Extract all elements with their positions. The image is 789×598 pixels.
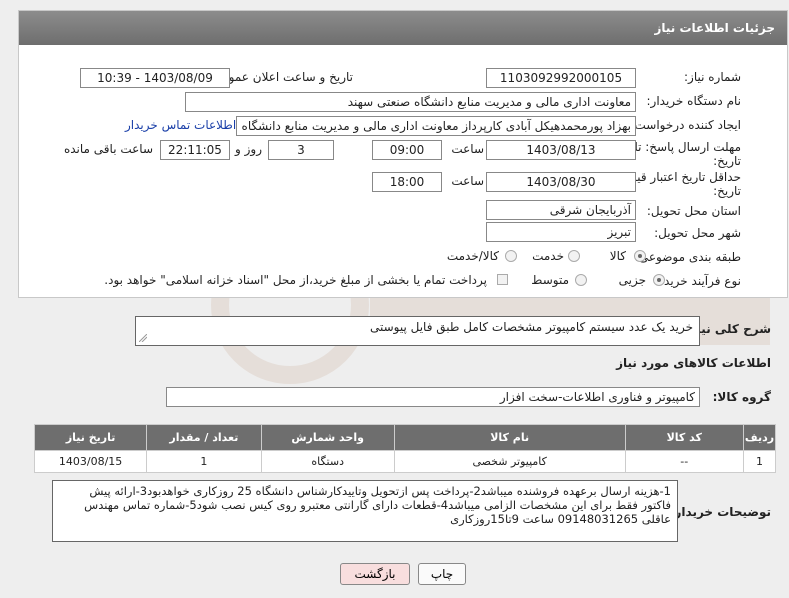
- category-option-service: خدمت: [532, 249, 564, 263]
- remaining-label: ساعت باقی مانده: [63, 142, 153, 156]
- city-field: تبریز: [486, 222, 636, 242]
- cell-row: 1: [743, 450, 776, 473]
- remaining-time-field: 22:11:05: [160, 140, 230, 160]
- summary-text: خرید یک عدد سیستم کامپیوتر مشخصات کامل ط…: [369, 320, 693, 334]
- price-valid-date-field: 1403/08/30: [486, 172, 636, 192]
- back-button[interactable]: بازگشت: [340, 563, 410, 585]
- need-number-field: 1103092992000105: [486, 68, 636, 88]
- process-option-medium: متوسط: [531, 273, 569, 287]
- category-radio-goods[interactable]: [634, 250, 646, 262]
- province-label: استان محل تحویل:: [646, 204, 741, 218]
- col-qty: تعداد / مقدار: [146, 424, 262, 451]
- cell-name: کامپیوتر شخصی: [393, 450, 626, 473]
- treasury-payment-note: پرداخت تمام یا بخشی از مبلغ خرید،از محل …: [104, 273, 487, 287]
- category-option-goods-service: کالا/خدمت: [446, 249, 499, 263]
- price-valid-time-field: 18:00: [372, 172, 442, 192]
- buyer-notes-field: 1-هزینه ارسال برعهده فروشنده میباشد2-پرد…: [52, 480, 678, 542]
- need-number-label: شماره نیاز:: [684, 70, 741, 84]
- cell-qty: 1: [146, 450, 262, 473]
- category-radio-goods-service[interactable]: [505, 250, 517, 262]
- days-remaining-field: 3: [268, 140, 334, 160]
- category-radio-service[interactable]: [568, 250, 580, 262]
- goods-section-title: اطلاعات کالاهای مورد نیاز: [616, 356, 771, 370]
- col-code: کد کالا: [624, 424, 745, 451]
- deadline-time-label: ساعت: [451, 142, 484, 156]
- buyer-contact-link[interactable]: اطلاعات تماس خریدار: [125, 118, 236, 132]
- buyer-org-field: معاونت اداری مالی و مدیریت منابع دانشگاه…: [185, 92, 636, 112]
- process-label: نوع فرآیند خرید :: [656, 274, 741, 288]
- category-label: طبقه بندی موضوعی:: [634, 250, 741, 264]
- deadline-time-field: 09:00: [372, 140, 442, 160]
- buyer-notes-line-2: فاکتور فقط برای این مشخصات الزامی میباشد…: [84, 498, 671, 512]
- table-header-row: ردیف کد کالا نام کالا واحد شمارش تعداد /…: [33, 424, 776, 451]
- summary-field: خرید یک عدد سیستم کامپیوتر مشخصات کامل ط…: [135, 316, 700, 346]
- deadline-date-field: 1403/08/13: [486, 140, 636, 160]
- requester-label: ایجاد کننده درخواست:: [630, 118, 741, 132]
- buyer-notes-line-3: عاقلی 09148031265 ساعت 9تا15روزکاری: [450, 512, 671, 526]
- price-valid-label-date: تاریخ:: [713, 184, 741, 198]
- process-radio-medium[interactable]: [575, 274, 587, 286]
- province-field: آذربایجان شرقی: [486, 200, 636, 220]
- process-option-minor: جزیی: [618, 273, 646, 287]
- requester-field: بهزاد پورمحمدهیکل آبادی کارپرداز معاونت …: [236, 116, 636, 136]
- cell-code: --: [624, 450, 745, 473]
- buyer-notes-line-1: 1-هزینه ارسال برعهده فروشنده میباشد2-پرد…: [89, 484, 671, 498]
- print-button[interactable]: چاپ: [418, 563, 466, 585]
- process-radio-minor[interactable]: [653, 274, 665, 286]
- announce-field: 1403/08/09 - 10:39: [80, 68, 230, 88]
- city-label: شهر محل تحویل:: [654, 226, 741, 240]
- cell-date: 1403/08/15: [33, 450, 148, 473]
- col-row: ردیف: [743, 424, 776, 451]
- days-label: روز و: [235, 142, 262, 156]
- col-name: نام کالا: [393, 424, 626, 451]
- cell-unit: دستگاه: [260, 450, 395, 473]
- col-unit: واحد شمارش: [260, 424, 395, 451]
- col-date: تاریخ نیاز: [33, 424, 148, 451]
- resize-grip-icon[interactable]: [139, 334, 147, 342]
- panel-title: جزئیات اطلاعات نیاز: [19, 11, 787, 45]
- goods-group-field: کامپیوتر و فناوری اطلاعات-سخت افزار: [166, 387, 700, 407]
- deadline-label-date: تاریخ:: [713, 154, 741, 168]
- table-row: 1 -- کامپیوتر شخصی دستگاه 1 1403/08/15: [33, 450, 776, 473]
- deadline-label: مهلت ارسال پاسخ: تا: [634, 140, 741, 154]
- goods-group-label: گروه کالا:: [712, 390, 771, 404]
- price-valid-time-label: ساعت: [451, 174, 484, 188]
- buyer-notes-label: توضیحات خریدار:: [669, 505, 771, 519]
- treasury-payment-checkbox[interactable]: [497, 274, 508, 285]
- category-option-goods: کالا: [609, 249, 626, 263]
- goods-table: ردیف کد کالا نام کالا واحد شمارش تعداد /…: [33, 424, 776, 473]
- buyer-org-label: نام دستگاه خریدار:: [646, 94, 742, 108]
